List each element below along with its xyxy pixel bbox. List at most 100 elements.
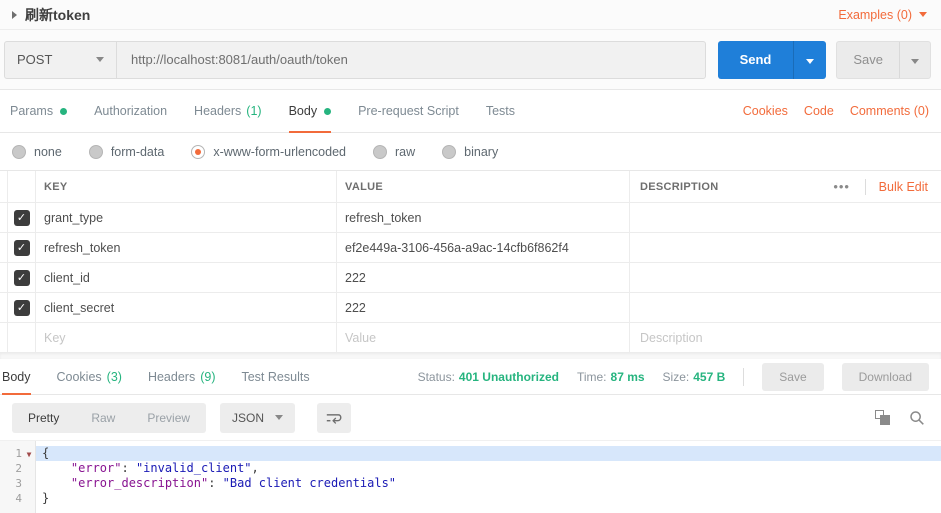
viewer-modes: Pretty Raw Preview [12,402,207,433]
kv-key[interactable]: grant_type [36,203,337,232]
chevron-down-icon [806,59,815,64]
tab-body[interactable]: Body [288,90,332,133]
quick-links: Cookies Code Comments (0) [743,104,929,118]
kv-key[interactable]: client_secret [36,293,337,322]
kv-value[interactable]: ef2e449a-3106-456a-a9ac-14cfb6f862f4 [337,233,630,262]
cookies-link[interactable]: Cookies [743,104,788,118]
code-link[interactable]: Code [804,104,834,118]
row-checkbox[interactable]: ✓ [13,299,30,316]
fold-caret-icon[interactable]: ▼ [27,450,32,459]
drag-handle[interactable] [0,263,8,292]
body-mode-label: x-www-form-urlencoded [213,144,346,159]
comments-link[interactable]: Comments (0) [850,104,929,118]
kv-value[interactable]: 222 [337,293,630,322]
response-tab-test-results[interactable]: Test Results [241,359,309,394]
token-punc: : [121,461,136,475]
request-tabs-row: Params Authorization Headers (1) Body Pre-req… [0,90,941,133]
viewer-mode-raw[interactable]: Raw [75,403,131,433]
kv-key[interactable]: client_id [36,263,337,292]
bulk-edit-link[interactable]: Bulk Edit [866,180,941,194]
new-value-input[interactable]: Value [337,323,630,352]
line-number: 2 [15,462,22,475]
tab-label: Headers [147,369,196,384]
line-number: 3 [15,477,22,490]
new-description-input[interactable]: Description [630,323,941,352]
tab-count: (9) [200,369,216,384]
url-input[interactable]: http://localhost:8081/auth/oauth/token [117,42,705,78]
body-mode-none[interactable]: none [12,144,62,159]
tab-authorization[interactable]: Authorization [94,90,167,132]
drag-handle[interactable] [0,203,8,232]
response-tab-cookies[interactable]: Cookies (3) [57,359,122,394]
tab-label: Body [288,104,318,118]
drag-handle [0,323,8,352]
kv-value[interactable]: refresh_token [337,203,630,232]
radio-icon [88,144,103,159]
kv-description[interactable] [630,203,941,232]
tab-count: (1) [246,104,262,118]
row-checkbox[interactable]: ✓ [13,269,30,286]
method-select[interactable]: POST [5,41,117,78]
send-button[interactable]: Send [717,40,827,79]
copy-icon[interactable] [875,410,890,425]
kv-description[interactable] [630,293,941,322]
save-response-button[interactable]: Save [762,362,824,391]
response-viewer-toolbar: Pretty Raw Preview JSON [0,395,941,441]
checkbox-cell: ✓ [8,203,36,232]
kv-table-header: KEY VALUE DESCRIPTION ••• Bulk Edit [0,171,941,203]
tab-tests[interactable]: Tests [486,90,515,132]
viewer-mode-preview[interactable]: Preview [131,403,206,433]
tab-headers[interactable]: Headers (1) [194,90,262,132]
new-key-input[interactable]: Key [36,323,337,352]
save-button[interactable]: Save [836,40,931,79]
url-group: POST http://localhost:8081/auth/oauth/to… [4,40,706,79]
wrap-lines-button[interactable] [317,402,352,433]
examples-dropdown[interactable]: Examples (0) [838,8,927,22]
radio-icon [12,144,26,159]
response-tab-body[interactable]: Body [2,359,31,395]
more-options-icon[interactable]: ••• [819,179,865,194]
response-body-viewer[interactable]: 1 ▼{2 "error": "invalid_client", 3 "error_… [0,441,941,513]
body-mode-form-data[interactable]: form-data [88,144,164,159]
toolbar-right [875,410,925,426]
tab-label: Headers [194,104,242,118]
body-mode-binary[interactable]: binary [442,144,498,159]
drag-handle[interactable] [0,293,8,322]
tab-label: Cookies [56,369,102,384]
kv-description[interactable] [630,233,941,262]
tab-count: (3) [106,369,122,384]
body-mode-x-www-form-urlencoded[interactable]: x-www-form-urlencoded [191,144,346,159]
chevron-down-icon [96,57,104,62]
time-label: Time: [576,369,607,384]
tab-label: Test Results [241,369,310,384]
tab-params[interactable]: Params [10,90,68,132]
table-row: ✓ grant_type refresh_token [0,203,941,233]
time-badge: Time: 87 ms [577,370,645,384]
tab-label: Authorization [94,104,168,118]
tab-pre-request-script[interactable]: Pre-request Script [358,90,459,132]
status-badge: Status: 401 Unauthorized [418,370,559,384]
language-select[interactable]: JSON [220,402,296,433]
checkbox-cell: ✓ [8,263,36,292]
method-label: POST [17,52,53,67]
viewer-mode-pretty[interactable]: Pretty [12,403,75,433]
collapse-caret-icon[interactable] [12,10,17,19]
drag-handle[interactable] [0,233,8,262]
kv-key[interactable]: refresh_token [36,233,337,262]
kv-value[interactable]: 222 [337,263,630,292]
save-label: Save [853,52,883,67]
body-mode-raw[interactable]: raw [373,144,415,159]
save-options-caret[interactable] [900,52,930,67]
search-icon[interactable] [909,410,925,426]
wrap-lines-icon [326,413,342,424]
kv-description[interactable] [630,263,941,292]
token-punc: } [42,491,50,505]
line-gutter: 2 [0,461,36,476]
row-checkbox[interactable]: ✓ [13,239,30,256]
send-options-caret[interactable] [794,52,826,67]
tab-label: Body [2,369,31,384]
token-punc: { [42,446,50,460]
row-checkbox[interactable]: ✓ [13,209,30,226]
download-response-button[interactable]: Download [841,362,929,391]
response-tab-headers[interactable]: Headers (9) [148,359,216,394]
